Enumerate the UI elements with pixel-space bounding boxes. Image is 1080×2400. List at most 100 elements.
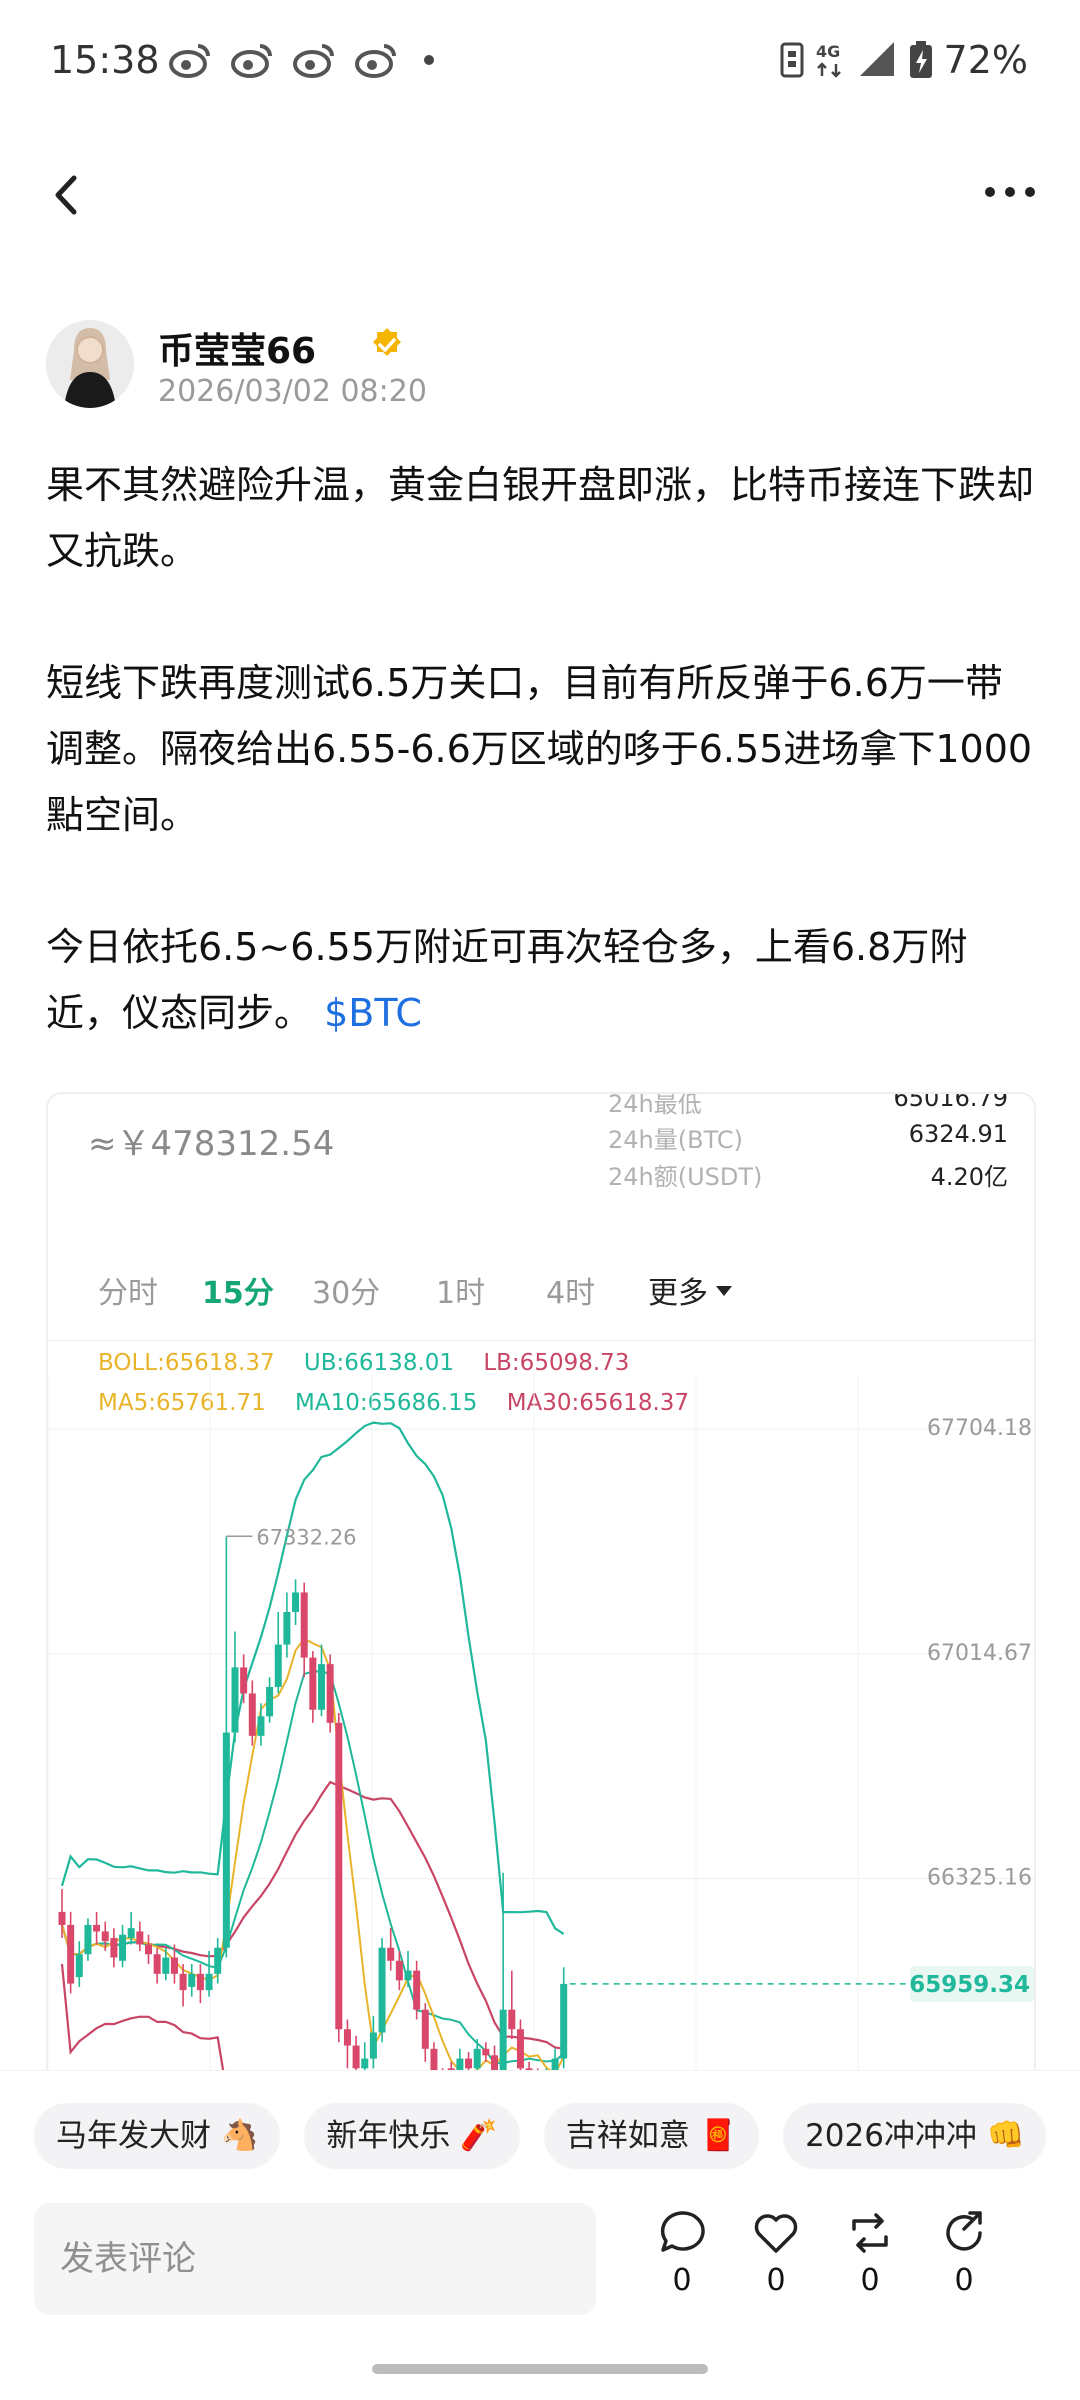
tab-timeframe-30m[interactable]: 30分: [312, 1268, 380, 1312]
candle-body: [136, 1931, 144, 1945]
chip-label: 新年快乐: [326, 2118, 451, 2154]
btc-chart-card[interactable]: ≈￥478312.54 24h最低 65016.79 24h量(BTC) 632…: [46, 1092, 1036, 2092]
candle-body: [119, 1934, 127, 1961]
chip-quick-reply[interactable]: 马年发大财 🐴: [34, 2103, 281, 2169]
top-nav: [0, 150, 1080, 240]
candle-body: [196, 1973, 204, 1991]
candle-body: [309, 1657, 317, 1710]
divider: [48, 1340, 1034, 1341]
tab-timeframe-more[interactable]: 更多: [648, 1268, 732, 1312]
candle-body: [93, 1924, 101, 1932]
candle-body: [84, 1924, 92, 1955]
candle-body: [292, 1592, 300, 1612]
avatar[interactable]: [46, 320, 134, 408]
candle-body: [110, 1937, 118, 1958]
boll-indicator-row: BOLL:65618.37 UB:66138.01 LB:65098.73: [98, 1350, 651, 1376]
tab-timeframe-line[interactable]: 分时: [98, 1268, 158, 1312]
y-tick-label: 67014.67: [927, 1641, 1032, 1666]
candle-body: [240, 1667, 248, 1694]
stat-value: 6324.91: [908, 1120, 1008, 1148]
timeframe-tabs: 分时 15分 30分 1时 4时 更多: [48, 1254, 1034, 1324]
candle-body: [300, 1592, 308, 1658]
firecracker-emoji-icon: 🧨: [460, 2118, 498, 2153]
chip-label: 马年发大财: [56, 2118, 211, 2154]
chip-label: 吉祥如意: [565, 2118, 690, 2154]
boll-value: BOLL:65618.37: [98, 1350, 275, 1376]
candle-body: [473, 2048, 481, 2069]
candle-body: [413, 1970, 421, 2010]
candle-body: [516, 2029, 524, 2069]
candle-body: [214, 1947, 222, 1974]
like-action[interactable]: 0: [736, 2209, 816, 2298]
candle-body: [361, 2058, 369, 2069]
post-paragraph: 今日依托6.5~6.55万附近可再次轻仓多，上看6.8万附近，仪态同步。 $BT…: [46, 914, 1036, 1046]
more-notifications-dot: [424, 55, 434, 65]
weibo-icon: [355, 44, 396, 78]
comment-box[interactable]: [34, 2203, 596, 2315]
boll-lb-value: LB:65098.73: [483, 1350, 630, 1376]
candle-body: [266, 1686, 274, 1717]
fist-emoji-icon: 👊: [986, 2118, 1025, 2153]
stat-label: 24h量(BTC): [608, 1126, 743, 1154]
candle-body: [318, 1664, 325, 1710]
author-name[interactable]: 币莹莹66: [158, 322, 316, 374]
cny-price: ≈￥478312.54: [88, 1124, 335, 1164]
status-bar: 15:38 4G 72%: [0, 0, 1080, 128]
candle-body: [352, 2045, 360, 2069]
candle-body: [222, 1732, 230, 1948]
candle-body: [482, 2048, 490, 2056]
candle-body: [274, 1644, 282, 1687]
btc-cashtag-link[interactable]: $BTC: [324, 991, 422, 1035]
battery-percent: 72%: [943, 38, 1028, 82]
tab-timeframe-1h[interactable]: 1时: [436, 1268, 485, 1312]
avatar-image: [46, 320, 134, 408]
status-time: 15:38: [50, 38, 160, 82]
comment-input[interactable]: [34, 2203, 596, 2315]
tab-timeframe-15m[interactable]: 15分: [202, 1268, 274, 1312]
chip-quick-reply[interactable]: 2026冲冲冲 👊: [783, 2103, 1047, 2169]
signal-icon: [859, 42, 894, 76]
candle-body: [205, 1973, 213, 1991]
notification-icons: [168, 40, 434, 80]
candle-body: [58, 1911, 66, 1925]
candle-body: [421, 2009, 429, 2049]
high-marker-label: 67332.26: [256, 1525, 356, 1549]
chip-quick-reply[interactable]: 新年快乐 🧨: [304, 2103, 520, 2169]
back-button[interactable]: [46, 170, 86, 220]
post-paragraph: 果不其然避险升温，黄金白银开盘即涨，比特币接连下跌却又抗跌。: [46, 463, 1035, 573]
nfc-icon: [780, 42, 804, 78]
stat-label: 24h额(USDT): [608, 1163, 763, 1191]
stat-24h-volume: 24h量(BTC) 6324.91: [608, 1120, 1008, 1160]
repost-count: 0: [860, 2263, 880, 2298]
weibo-icon: [169, 44, 210, 78]
weibo-icon: [231, 44, 272, 78]
network-4g-icon: 4G: [816, 42, 841, 78]
red-envelope-emoji-icon: 🧧: [699, 2118, 738, 2153]
chip-quick-reply[interactable]: 吉祥如意 🧧: [543, 2103, 760, 2169]
home-indicator[interactable]: [372, 2364, 708, 2374]
boll-middle-line: [60, 1780, 564, 2050]
share-action[interactable]: 0: [924, 2209, 1004, 2298]
candlestick-chart[interactable]: 67332.2667704.1867014.6766325.1665635.65…: [48, 1374, 1036, 2092]
candle-body: [162, 1957, 170, 1974]
candle-body: [179, 1973, 187, 1991]
status-right: 4G 72%: [780, 38, 1028, 82]
candle-body: [248, 1693, 256, 1736]
repost-icon: [852, 2213, 888, 2253]
author-header: 币莹莹66 2026/03/02 08:20: [46, 320, 1046, 420]
stat-24h-turnover: 24h额(USDT) 4.20亿: [608, 1157, 1008, 1197]
tab-timeframe-4h[interactable]: 4时: [546, 1268, 595, 1312]
candle-body: [378, 1947, 386, 2033]
candle-body: [335, 1722, 343, 2030]
repost-action[interactable]: 0: [830, 2209, 910, 2298]
stat-label: 24h最低: [608, 1092, 702, 1118]
like-count: 0: [766, 2263, 786, 2298]
caret-down-icon: [716, 1285, 732, 1296]
more-options-button[interactable]: [980, 172, 1040, 212]
candle-body: [395, 1960, 403, 1981]
stat-value: 4.20亿: [930, 1163, 1008, 1191]
comment-action[interactable]: 0: [642, 2209, 722, 2298]
y-tick-label: 66325.16: [927, 1866, 1032, 1891]
candle-body: [343, 2029, 351, 2046]
candle-body: [127, 1928, 135, 1938]
